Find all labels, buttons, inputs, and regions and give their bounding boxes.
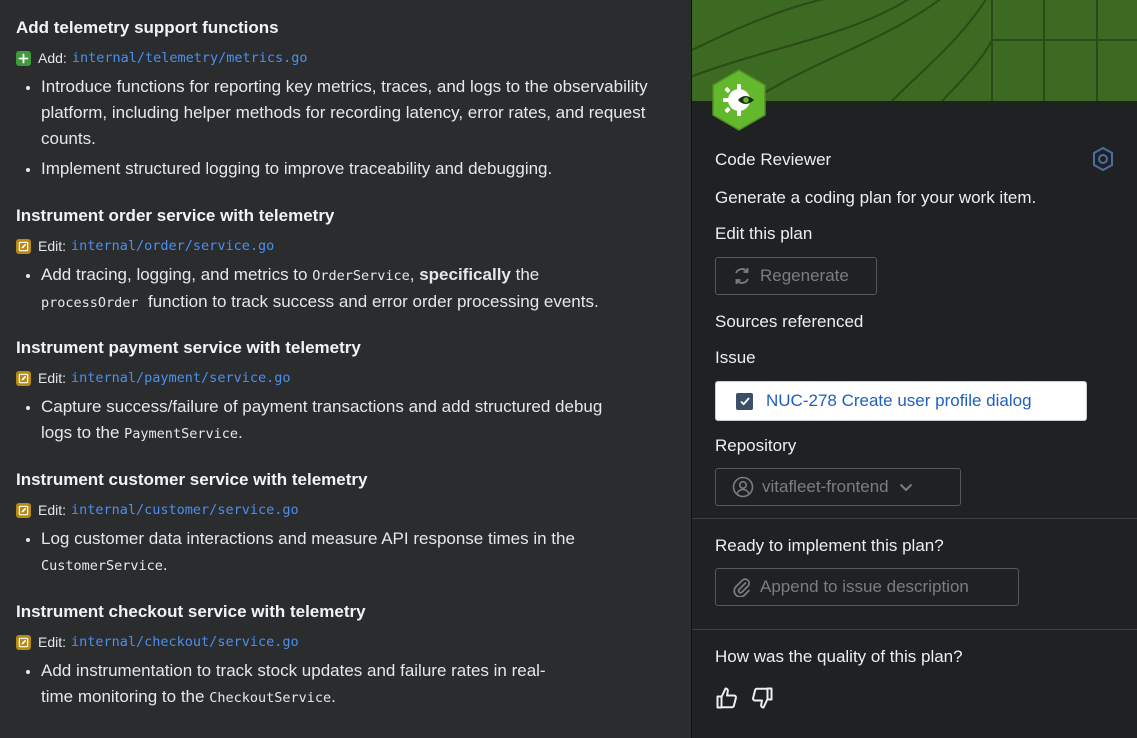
sources-heading: Sources referenced: [715, 312, 864, 331]
section-divider: [692, 518, 1137, 519]
file-line: Add: internal/telemetry/metrics.go: [16, 48, 676, 68]
code-span: OrderService: [312, 268, 410, 284]
feedback-buttons: [715, 686, 774, 715]
list-item: Implement structured logging to improve …: [16, 156, 676, 182]
section-title: Instrument checkout service with telemet…: [16, 602, 366, 621]
code-span: CustomerService: [41, 558, 163, 574]
plan-section: Instrument customer service with telemet…: [16, 469, 676, 583]
plan-section: Instrument payment service with telemetr…: [16, 337, 676, 451]
checkbox-icon: [736, 392, 753, 410]
action-label: Edit:: [38, 370, 67, 386]
list-item: Capture success/failure of payment trans…: [16, 394, 616, 447]
plan-section: Instrument order service with telemetry …: [16, 205, 676, 320]
append-label: Append to issue description: [760, 577, 969, 596]
agent-sidebar: Code Reviewer Generate a coding plan for…: [692, 0, 1137, 738]
list-item: Add tracing, logging, and metrics to Ord…: [16, 262, 676, 316]
action-label: Edit:: [38, 238, 67, 254]
pencil-edit-icon: [16, 634, 31, 650]
code-span: CheckoutService: [209, 690, 332, 706]
ready-heading: Ready to implement this plan?: [715, 536, 944, 555]
file-line: Edit: internal/customer/service.go: [16, 500, 676, 520]
issue-label: NUC-278 Create user profile dialog: [766, 391, 1032, 410]
file-line: Edit: internal/payment/service.go: [16, 368, 676, 388]
file-path-link[interactable]: internal/customer/service.go: [71, 502, 299, 518]
agent-hexagon-eye-icon: [710, 69, 768, 131]
code-span: PaymentService: [124, 426, 238, 442]
list-item: Log customer data interactions and measu…: [16, 526, 636, 579]
user-avatar-icon: [732, 476, 754, 498]
pencil-edit-icon: [16, 502, 31, 518]
plan-section: Instrument checkout service with telemet…: [16, 601, 676, 715]
pencil-edit-icon: [16, 370, 31, 386]
section-title: Instrument customer service with telemet…: [16, 470, 368, 489]
code-span: processOrder: [41, 295, 139, 311]
repository-dropdown[interactable]: vitafleet-frontend: [715, 468, 961, 506]
thumbs-down-icon[interactable]: [750, 686, 774, 715]
issue-link[interactable]: NUC-278 Create user profile dialog: [715, 381, 1087, 421]
plan-section: Add telemetry support functions Add: int…: [16, 17, 676, 186]
quality-heading: How was the quality of this plan?: [715, 647, 963, 666]
file-path-link[interactable]: internal/checkout/service.go: [71, 634, 299, 650]
paperclip-icon: [733, 578, 751, 597]
file-path-link[interactable]: internal/telemetry/metrics.go: [72, 50, 308, 66]
list-item: Introduce functions for reporting key me…: [16, 74, 676, 152]
refresh-icon: [735, 268, 749, 284]
pencil-edit-icon: [16, 238, 31, 254]
regenerate-button[interactable]: Regenerate: [715, 257, 877, 295]
action-label: Edit:: [38, 502, 67, 518]
action-label: Edit:: [38, 634, 67, 650]
edit-plan-heading: Edit this plan: [715, 224, 813, 243]
section-title: Instrument order service with telemetry: [16, 206, 335, 225]
thumbs-up-icon[interactable]: [715, 686, 739, 715]
append-to-issue-button[interactable]: Append to issue description: [715, 568, 1019, 606]
section-title: Add telemetry support functions: [16, 18, 279, 37]
section-title: Instrument payment service with telemetr…: [16, 338, 361, 357]
agent-description: Generate a coding plan for your work ite…: [715, 188, 1037, 207]
issue-heading: Issue: [715, 348, 756, 367]
agent-name: Code Reviewer: [715, 150, 832, 169]
file-path-link[interactable]: internal/order/service.go: [71, 238, 274, 254]
file-line: Edit: internal/order/service.go: [16, 236, 676, 256]
plus-icon: [16, 50, 31, 66]
section-divider: [692, 629, 1137, 630]
action-label: Add:: [38, 50, 67, 66]
file-line: Edit: internal/checkout/service.go: [16, 632, 676, 652]
plan-panel: Add telemetry support functions Add: int…: [0, 0, 691, 738]
list-item: Add instrumentation to track stock updat…: [16, 658, 576, 711]
file-path-link[interactable]: internal/payment/service.go: [71, 370, 290, 386]
regenerate-label: Regenerate: [760, 266, 849, 285]
repository-value: vitafleet-frontend: [762, 477, 889, 496]
repository-heading: Repository: [715, 436, 797, 455]
hexagon-settings-icon[interactable]: [1091, 146, 1115, 172]
chevron-down-icon: [899, 483, 912, 492]
